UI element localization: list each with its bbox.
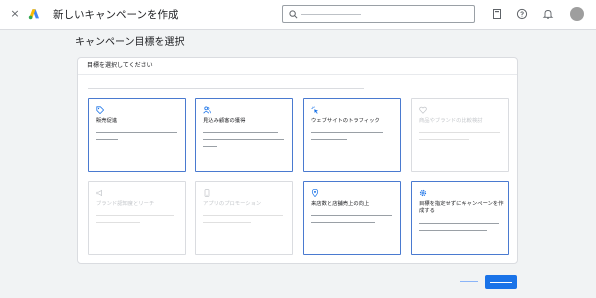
section-heading: キャンペーン目標を選択 <box>75 37 185 48</box>
search-input[interactable] <box>282 5 475 23</box>
goal-card-label: 目標を指定せずにキャンペーンを作成する <box>419 201 504 214</box>
goal-card-website-traffic[interactable]: ウェブサイトのトラフィック <box>303 98 401 172</box>
heart-icon <box>419 106 427 114</box>
description-line <box>419 223 499 224</box>
description-line <box>311 222 375 223</box>
goal-card-store-visits[interactable]: 来店数と店舗売上の向上 <box>303 181 401 255</box>
close-icon[interactable]: × <box>9 8 21 20</box>
description-line <box>203 215 283 216</box>
goal-card-leads[interactable]: 見込み顧客の獲得 <box>195 98 293 172</box>
goal-card-no-goal[interactable]: 目標を指定せずにキャンペーンを作成する <box>411 181 509 255</box>
notifications-bell-icon[interactable] <box>542 8 554 20</box>
megaphone-icon <box>96 189 102 197</box>
goal-card-app-promotion: アプリのプロモーション <box>195 181 293 255</box>
description-line <box>203 146 217 147</box>
avatar[interactable] <box>570 7 584 21</box>
description-line <box>419 230 487 231</box>
back-button[interactable] <box>460 276 478 286</box>
goal-card-sales[interactable]: 販売促進 <box>88 98 186 172</box>
tools-icon[interactable] <box>491 8 503 20</box>
description-line <box>311 215 392 216</box>
goal-card-consideration: 商品やブランドの比較検討 <box>411 98 509 172</box>
people-icon <box>203 106 211 114</box>
goal-card-label: アプリのプロモーション <box>203 201 262 207</box>
description-line <box>311 132 383 133</box>
goal-card-label: 見込み顧客の獲得 <box>203 118 246 124</box>
tag-icon <box>96 106 104 114</box>
google-ads-logo <box>28 9 39 20</box>
gear-icon <box>419 189 427 197</box>
description-line <box>203 132 278 133</box>
help-icon[interactable] <box>516 8 528 20</box>
description-line <box>96 139 118 140</box>
description-line <box>419 132 500 133</box>
page-title: 新しいキャンペーンを作成 <box>53 9 179 21</box>
goal-selection-panel: 目標を選択してください 販売促進 見込み顧客の獲得 ウェブサイトのトラフィック <box>77 57 518 264</box>
back-button-label-placeholder <box>460 281 478 282</box>
description-line <box>203 222 251 223</box>
goal-card-label: ウェブサイトのトラフィック <box>311 118 380 124</box>
description-line <box>96 222 140 223</box>
cursor-click-icon <box>311 106 319 114</box>
continue-button-label-placeholder <box>490 282 512 283</box>
description-line <box>203 139 284 140</box>
panel-header: 目標を選択してください <box>78 58 517 75</box>
top-app-bar: × 新しいキャンペーンを作成 <box>0 0 596 30</box>
search-placeholder <box>301 14 361 15</box>
panel-header-label: 目標を選択してください <box>87 62 153 69</box>
description-line <box>419 139 469 140</box>
goal-card-label: 商品やブランドの比較検討 <box>419 118 483 124</box>
goal-card-label: 来店数と店舗売上の向上 <box>311 201 370 207</box>
phone-icon <box>204 189 210 197</box>
description-line <box>96 215 174 216</box>
description-line <box>311 139 347 140</box>
divider <box>88 88 364 89</box>
location-pin-icon <box>311 189 319 197</box>
search-icon <box>289 10 298 19</box>
goal-card-label: ブランド認知度とリーチ <box>96 201 155 207</box>
goal-card-brand-awareness: ブランド認知度とリーチ <box>88 181 186 255</box>
description-line <box>96 132 177 133</box>
continue-button[interactable] <box>485 275 517 289</box>
goal-card-label: 販売促進 <box>96 118 118 124</box>
